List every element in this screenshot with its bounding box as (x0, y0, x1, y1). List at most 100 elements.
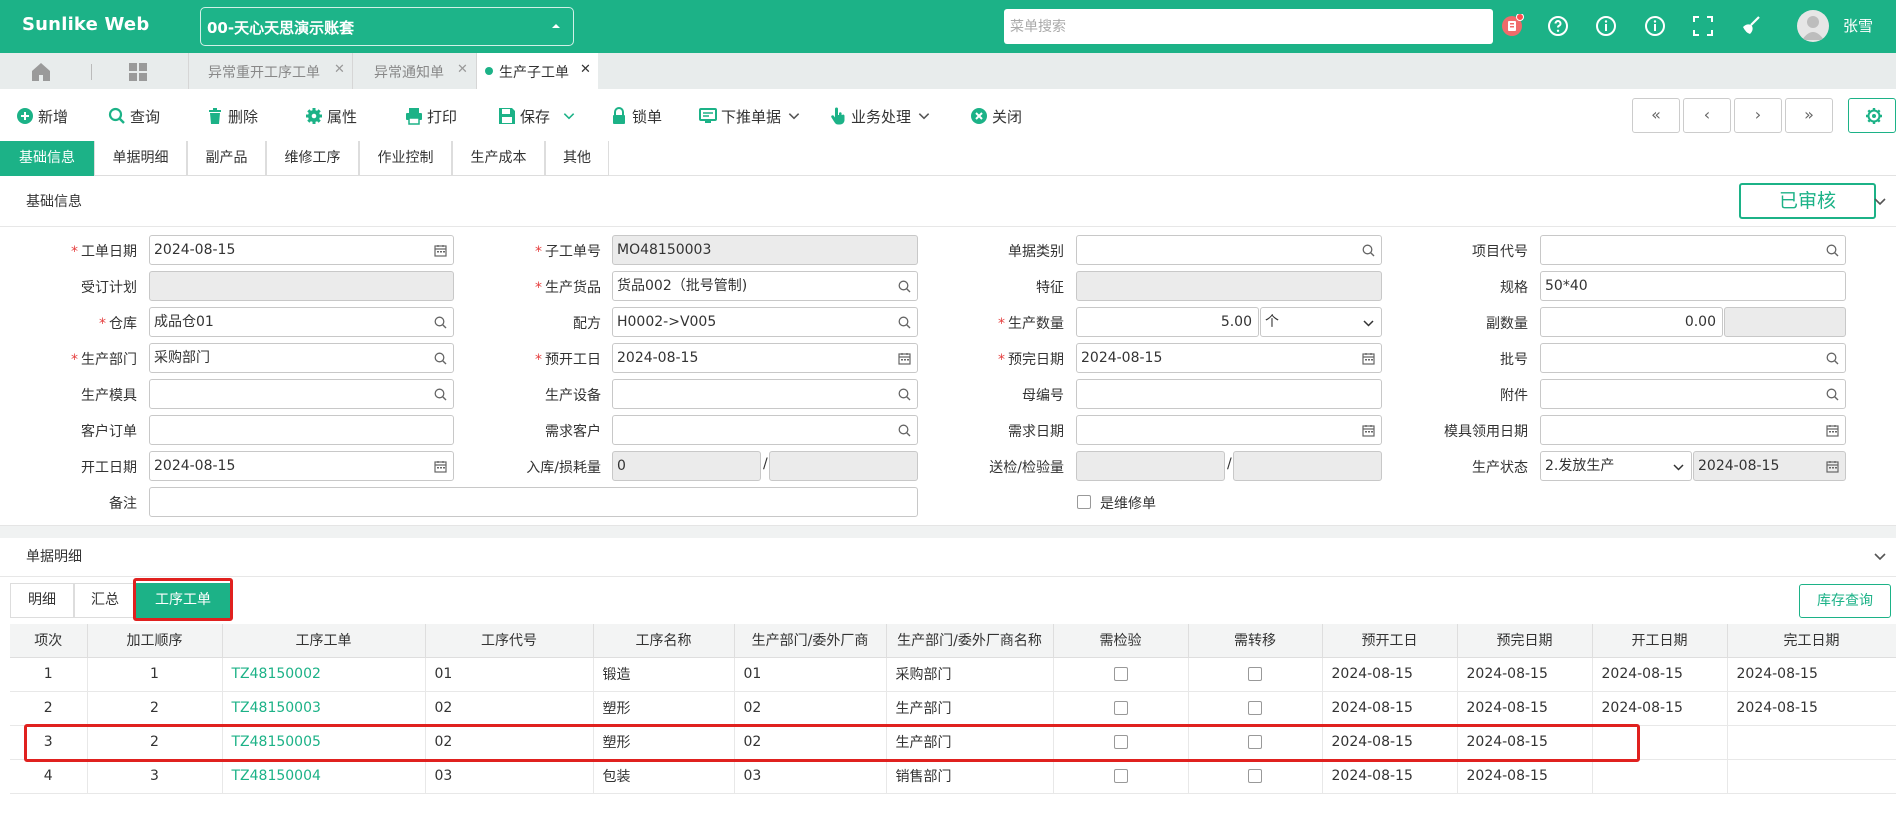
table-row-highlighted[interactable]: 3 2 TZ48150005 02 塑形 02 生产部门 2024-08-15 … (10, 725, 1896, 760)
project-code-field[interactable] (1540, 235, 1846, 265)
delete-button[interactable]: 删除 (206, 105, 258, 127)
avatar[interactable] (1797, 10, 1829, 42)
calendar-icon[interactable] (434, 460, 447, 473)
mold-field[interactable] (149, 379, 454, 409)
grid-icon[interactable] (128, 62, 148, 82)
tab-basic-info[interactable]: 基础信息 (0, 141, 94, 176)
column-header[interactable]: 需转移 (1188, 624, 1323, 658)
next-record-button[interactable]: › (1734, 98, 1782, 133)
column-header[interactable]: 项次 (10, 624, 88, 658)
column-header[interactable]: 生产部门/委外厂商名称 (886, 624, 1054, 658)
push-document-button[interactable]: 下推单据 (699, 105, 801, 127)
customer-order-field[interactable] (149, 415, 454, 445)
column-header[interactable]: 预开工日 (1322, 624, 1458, 658)
need-transfer-checkbox[interactable] (1248, 735, 1262, 749)
need-inspect-checkbox[interactable] (1113, 769, 1128, 783)
prod-status-select[interactable]: 2.发放生产 (1540, 451, 1692, 481)
search-icon[interactable] (434, 388, 447, 401)
work-date-field[interactable]: 2024-08-15 (149, 235, 454, 265)
search-icon[interactable] (1362, 244, 1375, 257)
column-header[interactable]: 开工日期 (1592, 624, 1728, 658)
dept-field[interactable]: 采购部门 (149, 343, 454, 373)
plan-start-field[interactable]: 2024-08-15 (612, 343, 918, 373)
prev-record-button[interactable]: ‹ (1683, 98, 1731, 133)
tab-by-products[interactable]: 副产品 (187, 141, 266, 176)
lock-button[interactable]: 锁单 (610, 105, 662, 127)
table-row[interactable]: 1 1 TZ48150002 01 锻造 01 采购部门 2024-08-15 … (10, 657, 1896, 692)
search-icon[interactable] (898, 388, 911, 401)
demand-customer-field[interactable] (612, 415, 918, 445)
search-icon[interactable] (1826, 244, 1839, 257)
attachment-field[interactable] (1540, 379, 1846, 409)
need-transfer-checkbox[interactable] (1248, 769, 1262, 783)
search-icon[interactable] (1826, 352, 1839, 365)
warehouse-field[interactable]: 成品仓01 (149, 307, 454, 337)
search-icon[interactable] (434, 316, 447, 329)
about-icon[interactable] (1643, 14, 1667, 38)
need-transfer-checkbox[interactable] (1248, 701, 1262, 715)
spec-field[interactable]: 50*40 (1540, 271, 1846, 301)
last-record-button[interactable]: » (1785, 98, 1833, 133)
first-record-button[interactable]: « (1632, 98, 1680, 133)
calendar-icon[interactable] (1826, 424, 1839, 437)
new-button[interactable]: 新增 (16, 105, 68, 127)
process-order-link[interactable]: TZ48150005 (232, 734, 321, 750)
help-icon[interactable] (1546, 14, 1570, 38)
column-header[interactable]: 需检验 (1053, 624, 1189, 658)
business-process-button[interactable]: 业务处理 (829, 105, 931, 127)
print-button[interactable]: 打印 (405, 105, 457, 127)
demand-date-field[interactable] (1076, 415, 1382, 445)
column-header[interactable]: 工序名称 (593, 624, 735, 658)
process-order-link[interactable]: TZ48150004 (232, 768, 321, 784)
need-transfer-checkbox[interactable] (1248, 667, 1262, 681)
need-inspect-checkbox[interactable] (1113, 667, 1128, 681)
close-icon[interactable]: ✕ (457, 62, 468, 77)
notification-icon[interactable] (1500, 14, 1524, 38)
tab-production-suborder[interactable]: 生产子工单 ✕ (476, 53, 598, 89)
equipment-field[interactable] (612, 379, 918, 409)
doc-type-field[interactable] (1076, 235, 1382, 265)
search-icon[interactable] (1826, 388, 1839, 401)
quantity-field[interactable]: 5.00 (1076, 307, 1259, 337)
unit-select[interactable]: 个 (1260, 307, 1382, 337)
subtab-process-orders[interactable]: 工序工单 (136, 583, 230, 618)
tab-repair-process[interactable]: 维修工序 (266, 141, 359, 176)
mold-use-date-field[interactable] (1540, 415, 1846, 445)
plan-end-field[interactable]: 2024-08-15 (1076, 343, 1382, 373)
search-icon[interactable] (898, 424, 911, 437)
recipe-field[interactable]: H0002->V005 (612, 307, 918, 337)
search-icon[interactable] (434, 352, 447, 365)
column-header[interactable]: 加工顺序 (87, 624, 223, 658)
fullscreen-icon[interactable] (1691, 14, 1715, 38)
process-order-link[interactable]: TZ48150002 (232, 666, 321, 682)
stock-query-button[interactable]: 库存查询 (1799, 584, 1891, 618)
info-icon[interactable] (1594, 14, 1618, 38)
calendar-icon[interactable] (1362, 424, 1375, 437)
sub-quantity-field[interactable]: 0.00 (1540, 307, 1723, 337)
account-select[interactable]: 00-天心天思演示账套 (200, 7, 574, 46)
column-header[interactable]: 工序代号 (425, 624, 594, 658)
search-icon[interactable] (898, 280, 911, 293)
home-icon[interactable] (30, 61, 52, 83)
chevron-down-icon[interactable] (562, 109, 576, 123)
product-field[interactable]: 货品002（批号管制) (612, 271, 918, 301)
need-inspect-checkbox[interactable] (1113, 701, 1128, 715)
broom-icon[interactable] (1739, 14, 1763, 38)
column-header[interactable]: 工序工单 (222, 624, 426, 658)
menu-search-input[interactable] (1004, 9, 1493, 44)
subtab-summary[interactable]: 汇总 (74, 583, 136, 618)
calendar-icon[interactable] (898, 352, 911, 365)
table-row[interactable]: 4 3 TZ48150004 03 包装 03 销售部门 2024-08-15 … (10, 759, 1896, 794)
process-order-link[interactable]: TZ48150003 (232, 700, 321, 716)
calendar-icon[interactable] (1362, 352, 1375, 365)
close-icon[interactable]: ✕ (334, 62, 345, 77)
chevron-down-icon[interactable] (1872, 548, 1888, 564)
save-button[interactable]: 保存 (498, 105, 576, 127)
tab-production-cost[interactable]: 生产成本 (452, 141, 545, 176)
is-repair-checkbox[interactable] (1077, 495, 1091, 509)
tab-job-control[interactable]: 作业控制 (359, 141, 452, 176)
tab-abnormal-notice[interactable]: 异常通知单 ✕ (352, 53, 476, 89)
search-icon[interactable] (898, 316, 911, 329)
attributes-button[interactable]: 属性 (305, 105, 357, 127)
chevron-down-icon[interactable] (1872, 193, 1888, 209)
